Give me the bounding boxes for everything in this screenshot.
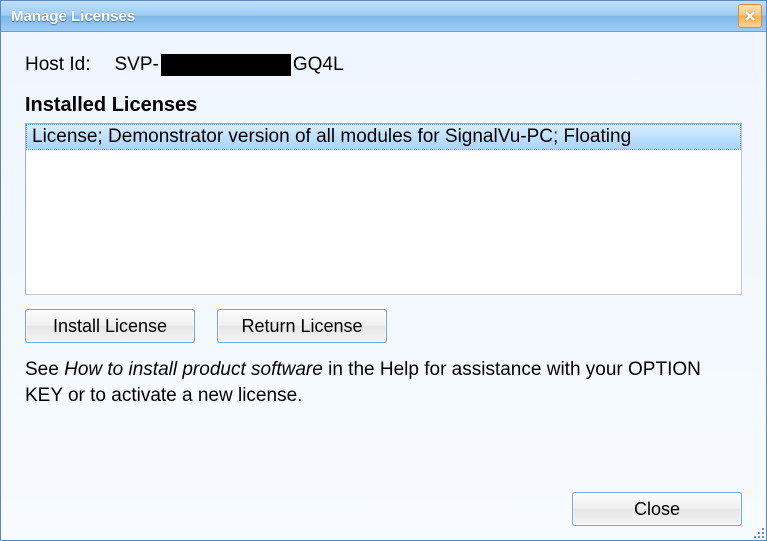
redacted-block xyxy=(161,54,291,76)
manage-licenses-window: Manage Licenses Host Id: SVP- GQ4L Insta… xyxy=(0,0,767,541)
installed-licenses-heading: Installed Licenses xyxy=(25,94,742,117)
install-license-button[interactable]: Install License xyxy=(25,309,195,343)
window-title: Manage Licenses xyxy=(11,8,135,25)
titlebar: Manage Licenses xyxy=(1,1,766,32)
license-listbox[interactable]: License; Demonstrator version of all mod… xyxy=(25,123,742,295)
host-id-value: SVP- GQ4L xyxy=(114,54,343,76)
help-text: See How to install product software in t… xyxy=(25,357,742,408)
close-icon[interactable] xyxy=(738,4,762,28)
action-button-row: Install License Return License xyxy=(25,309,742,343)
license-item[interactable]: License; Demonstrator version of all mod… xyxy=(26,124,741,150)
footer-row: Close xyxy=(25,480,742,526)
resize-grip[interactable] xyxy=(750,524,764,538)
return-license-button[interactable]: Return License xyxy=(217,309,387,343)
host-id-label: Host Id: xyxy=(25,54,90,76)
close-button[interactable]: Close xyxy=(572,492,742,526)
host-id-row: Host Id: SVP- GQ4L xyxy=(25,54,742,76)
dialog-body: Host Id: SVP- GQ4L Installed Licenses Li… xyxy=(1,32,766,540)
